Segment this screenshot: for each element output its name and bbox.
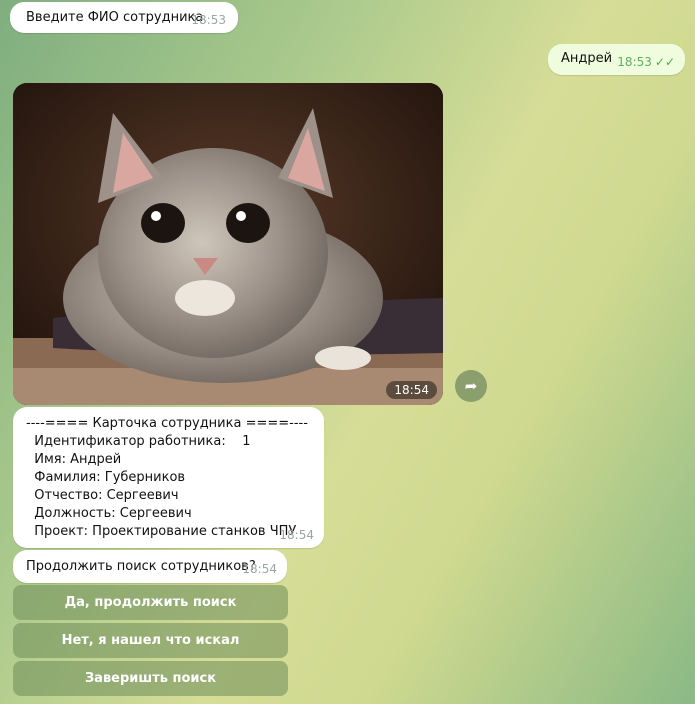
message-employee-card[interactable]: ----==== Карточка сотрудника ====---- Ид…: [13, 407, 324, 548]
forward-icon[interactable]: ➦: [455, 370, 487, 402]
message-time: 18:54: [279, 528, 314, 542]
message-incoming-prompt[interactable]: Введите ФИО сотрудника 18:53: [10, 2, 238, 33]
keyboard-button-found[interactable]: Нет, я нашел что искал: [13, 623, 288, 658]
message-text: Андрей: [561, 51, 613, 66]
cat-photo[interactable]: 18:54: [13, 83, 443, 405]
message-meta: 18:53 ✓✓: [617, 53, 675, 71]
photo-time: 18:54: [386, 381, 437, 399]
keyboard-button-continue[interactable]: Да, продолжить поиск: [13, 585, 288, 620]
double-check-icon: ✓✓: [654, 55, 675, 69]
message-text: Введите ФИО сотрудника: [26, 10, 204, 25]
card-line: ----==== Карточка сотрудника ====----: [26, 416, 308, 431]
cat-image: [13, 83, 443, 405]
card-line: Фамилия: Губерников: [26, 470, 186, 485]
keyboard-button-finish[interactable]: Заверишть поиск: [13, 661, 288, 696]
message-text: Продолжить поиск сотрудников?: [26, 559, 256, 574]
message-time: 18:53: [191, 13, 226, 27]
card-line: Идентификатор работника: 1: [26, 434, 251, 449]
message-continue-question[interactable]: Продолжить поиск сотрудников? 18:54: [13, 550, 287, 583]
message-time: 18:54: [242, 562, 277, 576]
card-line: Отчество: Сергеевич: [26, 488, 179, 503]
message-time: 18:53: [617, 55, 652, 69]
card-line: Проект: Проектирование станков ЧПУ: [26, 524, 297, 539]
chat-area: Введите ФИО сотрудника 18:53 Андрей 18:5…: [0, 0, 695, 704]
message-outgoing-reply[interactable]: Андрей 18:53 ✓✓: [548, 44, 685, 75]
card-line: Имя: Андрей: [26, 452, 122, 467]
card-line: Должность: Сергеевич: [26, 506, 192, 521]
